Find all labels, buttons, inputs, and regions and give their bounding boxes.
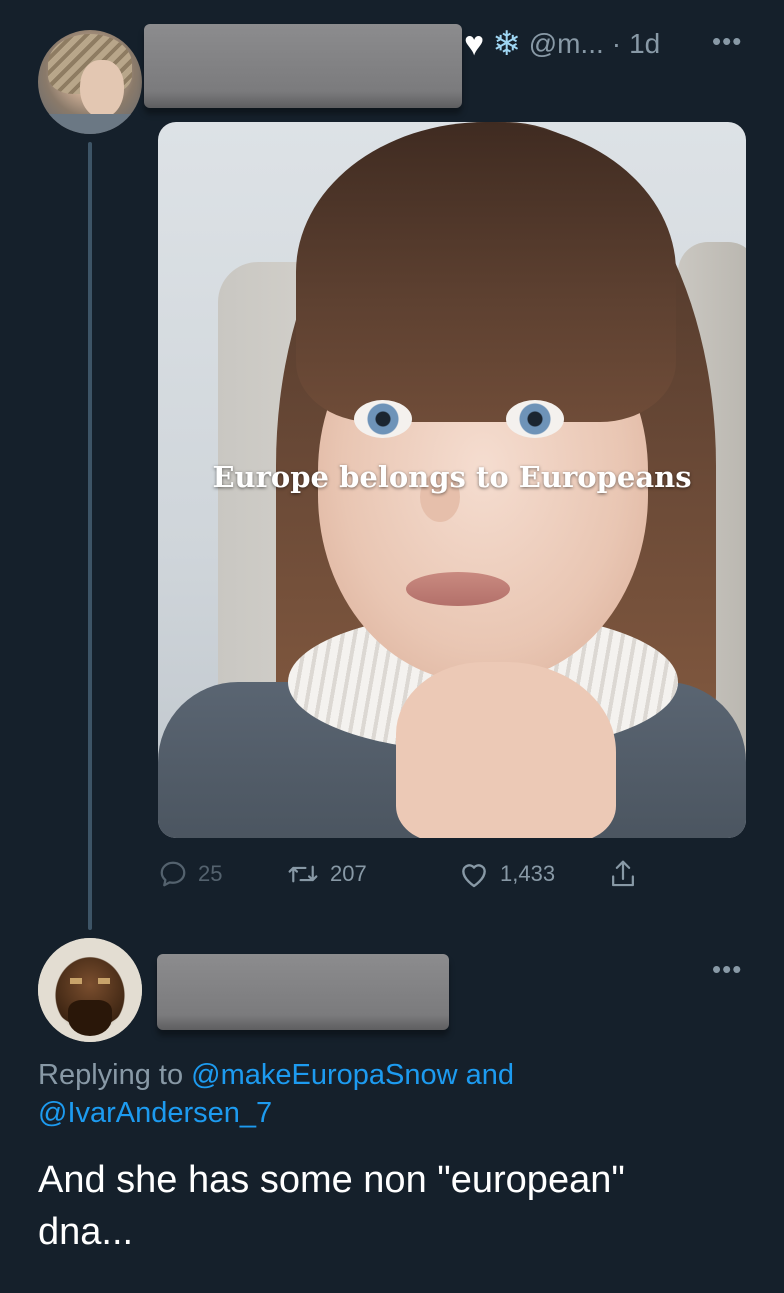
- reply-text-line: And she has some non "european": [38, 1159, 625, 1201]
- thread-connector-line: [88, 142, 92, 930]
- redacted-display-name: [144, 24, 462, 108]
- reply-tweet-text: And she has some non "european" dna...: [38, 1154, 738, 1258]
- more-icon[interactable]: •••: [712, 954, 742, 985]
- snowflake-emoji-icon: ❄: [492, 25, 521, 63]
- like-icon: [462, 864, 486, 888]
- redacted-reply-display-name: [157, 954, 449, 1030]
- more-icon[interactable]: •••: [712, 26, 742, 57]
- retweet-count: 207: [330, 861, 367, 886]
- reply-author-avatar[interactable]: [38, 938, 142, 1042]
- like-count: 1,433: [500, 861, 556, 886]
- reply-button[interactable]: 25: [158, 852, 222, 896]
- mention-link[interactable]: @IvarAndersen_7: [38, 1097, 272, 1129]
- reply-text-line: dna...: [38, 1211, 134, 1253]
- tweet-timestamp[interactable]: 1d: [629, 28, 660, 60]
- author-avatar[interactable]: [38, 30, 142, 134]
- replying-to-line: Replying to @makeEuropaSnow and @IvarAnd…: [38, 1056, 738, 1132]
- retweet-icon: [288, 865, 318, 883]
- like-button[interactable]: 1,433: [458, 852, 555, 896]
- white-heart-emoji-icon: ♥: [464, 25, 485, 63]
- media-overlay-caption: Europe belongs to Europeans: [212, 460, 692, 494]
- replying-prefix: Replying to: [38, 1059, 184, 1091]
- tweet-action-bar: 25 207 1,433: [158, 852, 658, 896]
- meta-separator: ·: [611, 28, 622, 59]
- reply-count: 25: [198, 861, 223, 886]
- reply-icon: [160, 861, 186, 887]
- tweet-meta: ♥ ❄ @m... · 1d: [464, 20, 660, 68]
- mention-conjunction: and: [465, 1059, 515, 1091]
- mention-link[interactable]: @makeEuropaSnow: [191, 1059, 457, 1091]
- retweet-button[interactable]: 207: [286, 852, 367, 896]
- share-icon: [612, 860, 634, 887]
- tweet-media-image[interactable]: Europe belongs to Europeans: [158, 122, 746, 838]
- author-handle[interactable]: @m...: [529, 28, 604, 60]
- share-button[interactable]: [608, 852, 638, 896]
